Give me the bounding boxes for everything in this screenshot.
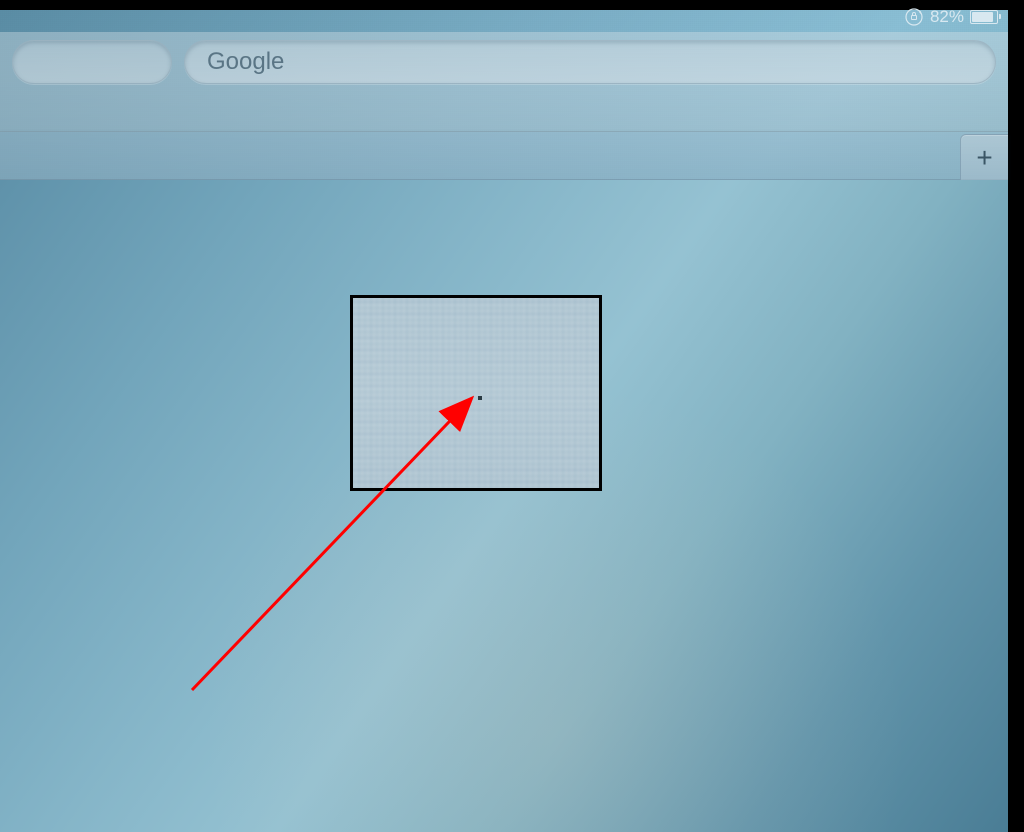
search-input[interactable]: Google — [184, 40, 996, 84]
new-tab-button[interactable]: + — [960, 134, 1008, 180]
rotation-lock-icon — [904, 7, 924, 27]
annotation-zoom-box — [350, 295, 602, 491]
battery-fill — [972, 12, 993, 22]
tab-bar: + — [0, 132, 1008, 180]
status-bar: 82% — [904, 4, 998, 30]
browser-toolbar: Google — [0, 32, 1008, 132]
device-screen: 82% Google + — [0, 10, 1008, 832]
search-placeholder: Google — [207, 48, 284, 76]
plus-icon: + — [976, 142, 992, 174]
battery-percent: 82% — [930, 7, 964, 27]
dead-pixel-marker — [478, 396, 482, 400]
url-input[interactable] — [12, 40, 172, 84]
battery-icon — [970, 10, 998, 24]
browser-content[interactable] — [0, 180, 1008, 832]
